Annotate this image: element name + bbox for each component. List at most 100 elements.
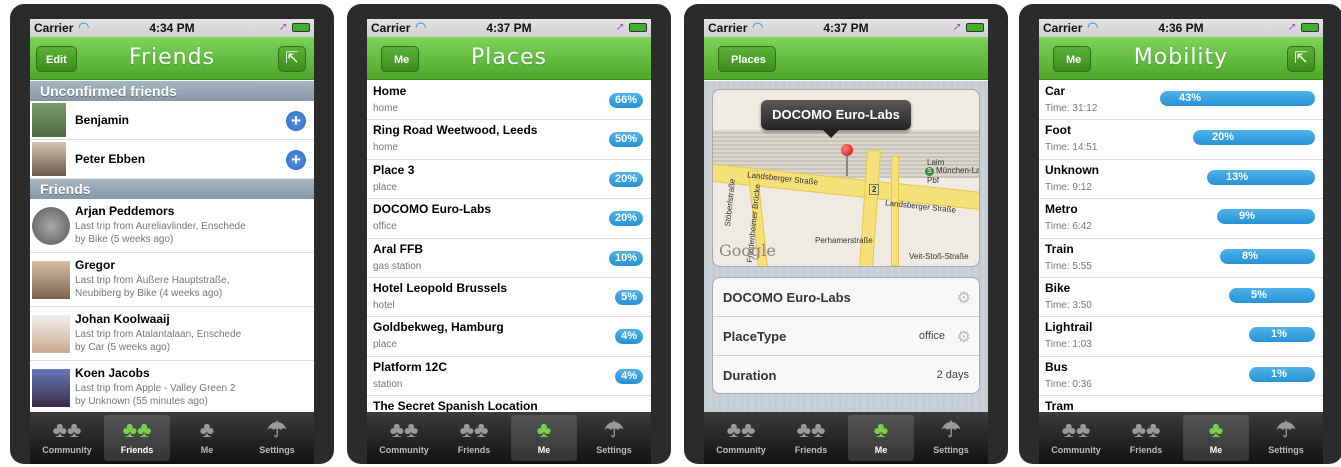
tab-settings[interactable]: ☂ Settings — [581, 415, 647, 461]
tab-community[interactable]: ♣♣ Community — [34, 415, 100, 461]
share-button[interactable]: ⇱ — [278, 46, 306, 72]
percent-bar: 9% — [1217, 209, 1315, 225]
list-item[interactable]: Foot Time: 14:51 20% — [1039, 120, 1323, 160]
percent-bar: 8% — [1220, 248, 1315, 264]
mode-name: Car — [1045, 84, 1066, 98]
tab-friends[interactable]: ♣♣ Friends — [104, 415, 170, 461]
list-item[interactable]: Ring Road Weetwood, Leeds home 50% — [367, 120, 651, 160]
map-view[interactable]: Landsberger Straße Landsberger Straße Pe… — [712, 89, 980, 267]
friend-name: Arjan Peddemors — [75, 204, 175, 218]
list-item[interactable]: Goldbekweg, Hamburg place 4% — [367, 317, 651, 357]
list-item[interactable]: DOCOMO Euro-Labs office 20% — [367, 199, 651, 239]
map-place-label: SMünchen-Laim — [925, 166, 979, 176]
tab-community[interactable]: ♣♣ Community — [708, 415, 774, 461]
tab-bar: ♣♣ Community ♣♣ Friends ♣ Me ☂ Settings — [367, 412, 651, 464]
list-item[interactable]: Gregor Last trip from Äußere Hauptstraße… — [30, 253, 314, 307]
me-icon: ♣ — [873, 417, 889, 442]
status-time: 4:34 PM — [149, 21, 195, 35]
mode-name: Bike — [1045, 280, 1071, 295]
mode-name: Lightrail — [1045, 320, 1093, 335]
tab-bar: ♣♣ Community ♣♣ Friends ♣ Me ☂ Settings — [30, 412, 314, 464]
back-button[interactable]: Places — [718, 46, 776, 72]
percent-label: 1% — [1271, 328, 1287, 341]
list-item[interactable]: Car Time: 31:12 43% — [1039, 81, 1323, 121]
list-item[interactable]: Hotel Leopold Brussels hotel 5% — [367, 278, 651, 318]
friend-name: Koen Jacobs — [75, 366, 150, 380]
list-item[interactable]: Peter Ebben + — [30, 140, 314, 179]
screen-places: Carrier ◠ 4:37 PM ➚ Me Places Home home 66… — [367, 19, 651, 464]
list-item[interactable]: Arjan Peddemors Last trip from Aureliavl… — [30, 199, 314, 253]
tab-friends[interactable]: ♣♣ Friends — [778, 415, 844, 461]
map-street-label: Stöberlstraße — [723, 178, 737, 227]
list-item[interactable]: Place 3 place 20% — [367, 160, 651, 200]
tab-settings[interactable]: ☂ Settings — [244, 415, 310, 461]
tab-friends[interactable]: ♣♣ Friends — [441, 415, 507, 461]
percent-bar: 1% — [1249, 327, 1315, 343]
places-list[interactable]: Home home 66% Ring Road Weetwood, Leeds hom… — [367, 81, 651, 412]
field-placetype-row[interactable]: PlaceType office ⚙ — [713, 317, 979, 356]
list-item[interactable]: Bike Time: 3:50 5% — [1039, 278, 1323, 318]
list-item[interactable]: Metro Time: 6:42 9% — [1039, 199, 1323, 239]
tab-me[interactable]: ♣ Me — [848, 415, 914, 461]
status-bar: Carrier ◠ 4:37 PM ➚ — [367, 19, 651, 37]
map-place-label: Pbf — [927, 176, 940, 185]
list-item[interactable]: Koen Jacobs Last trip from Apple - Valle… — [30, 361, 314, 412]
percent-label: 5% — [1251, 288, 1267, 301]
list-item[interactable]: Unknown Time: 9:12 13% — [1039, 160, 1323, 200]
mode-time: Time: 0:36 — [1045, 378, 1092, 390]
tab-friends[interactable]: ♣♣ Friends — [1113, 415, 1179, 461]
list-item[interactable]: The Secret Spanish Location — [367, 396, 651, 412]
section-header-friends: Friends — [30, 179, 314, 199]
tab-me[interactable]: ♣ Me — [1183, 415, 1249, 461]
percent-label: 13% — [1225, 170, 1249, 183]
gear-icon[interactable]: ⚙ — [957, 327, 971, 347]
mode-time: Time: 5:55 — [1045, 260, 1092, 272]
nav-bar: Places — [704, 37, 988, 80]
s-bahn-icon: S — [925, 167, 934, 176]
friends-list[interactable]: Unconfirmed friends Benjamin + Peter Ebb… — [30, 81, 314, 412]
list-item[interactable]: Bus Time: 0:36 1% — [1039, 357, 1323, 397]
map-street-label: Veit-Stoß-Straße — [909, 252, 969, 261]
road — [891, 156, 899, 266]
list-item[interactable]: Benjamin + — [30, 101, 314, 140]
plus-circle-icon[interactable]: + — [286, 150, 306, 170]
gear-icon[interactable]: ⚙ — [957, 288, 971, 308]
list-item[interactable]: Aral FFB gas station 10% — [367, 239, 651, 278]
field-label: DOCOMO Euro-Labs — [723, 290, 851, 305]
location-arrow-icon: ➚ — [952, 21, 962, 33]
map-pin-icon[interactable] — [841, 144, 853, 156]
avatar — [32, 315, 70, 353]
list-item[interactable]: Tram — [1039, 396, 1323, 412]
place-fields: DOCOMO Euro-Labs ⚙ PlaceType office ⚙ Du… — [712, 277, 980, 394]
location-arrow-icon: ➚ — [278, 21, 288, 33]
mode-name: Foot — [1045, 123, 1071, 138]
list-item[interactable]: Lightrail Time: 1:03 1% — [1039, 317, 1323, 357]
map-callout[interactable]: DOCOMO Euro-Labs — [761, 100, 911, 138]
list-item[interactable]: Platform 12C station 4% — [367, 357, 651, 397]
list-item[interactable]: Train Time: 5:55 8% — [1039, 239, 1323, 278]
pin-needle — [846, 154, 848, 176]
status-bar: Carrier ◠ 4:34 PM ➚ — [30, 19, 314, 37]
mobility-list[interactable]: Car Time: 31:12 43% Foot Time: 14:51 20% Unkno… — [1039, 81, 1323, 412]
me-icon: ♣ — [1208, 417, 1224, 442]
watering-can-icon: ☂ — [1276, 417, 1296, 442]
list-item[interactable]: Johan Koolwaaij Last trip from Atalantal… — [30, 307, 314, 361]
tab-community[interactable]: ♣♣ Community — [1043, 415, 1109, 461]
share-button[interactable]: ⇱ — [1287, 46, 1315, 72]
tab-settings[interactable]: ☂ Settings — [918, 415, 984, 461]
tab-me[interactable]: ♣ Me — [174, 415, 240, 461]
tab-community[interactable]: ♣♣ Community — [371, 415, 437, 461]
plus-circle-icon[interactable]: + — [286, 111, 306, 131]
field-name-row[interactable]: DOCOMO Euro-Labs ⚙ — [713, 278, 979, 317]
battery-icon — [292, 23, 310, 32]
status-time: 4:36 PM — [1158, 21, 1204, 35]
tab-me[interactable]: ♣ Me — [511, 415, 577, 461]
me-icon: ♣ — [199, 417, 215, 442]
tab-settings[interactable]: ☂ Settings — [1253, 415, 1319, 461]
status-time: 4:37 PM — [486, 21, 532, 35]
location-arrow-icon: ➚ — [1287, 21, 1297, 33]
battery-icon — [966, 23, 984, 32]
me-icon: ♣ — [536, 417, 552, 442]
list-item[interactable]: Home home 66% — [367, 81, 651, 121]
friend-trip: Last trip from Aureliavlinder, Enschede b… — [75, 221, 246, 245]
